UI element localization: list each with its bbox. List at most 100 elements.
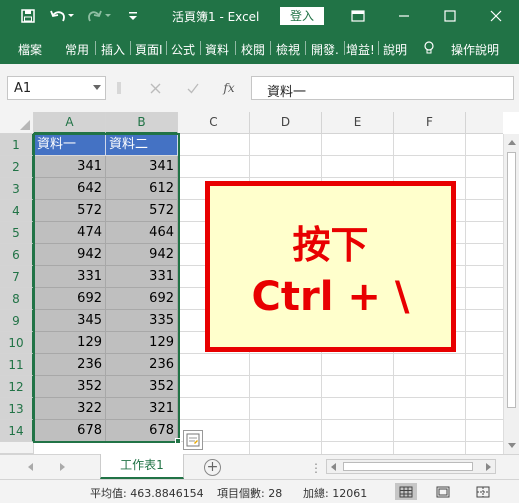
next-sheet-icon[interactable] [60,463,65,471]
chevron-down-icon[interactable] [93,85,101,90]
redo-icon[interactable] [86,6,114,26]
column-header-g-partial[interactable] [466,112,503,134]
quick-analysis-icon[interactable] [183,430,203,450]
tab-file[interactable]: 檔案 [18,41,42,58]
name-box[interactable]: A1 [7,76,106,100]
row-header-14[interactable]: 14 [0,420,34,442]
cell-b8[interactable]: 692 [106,288,178,310]
row-header-8[interactable]: 8 [0,288,34,310]
scroll-right-icon[interactable] [486,463,491,471]
page-break-preview-icon[interactable] [472,483,494,500]
minimize-icon[interactable] [382,0,426,32]
scroll-down-icon[interactable] [508,443,516,448]
row-header-13[interactable]: 13 [0,398,34,420]
tab-add-ins[interactable]: 增益! [346,41,375,58]
column-header-f[interactable]: F [394,112,466,134]
previous-sheet-icon[interactable] [28,463,33,471]
row-header-6[interactable]: 6 [0,244,34,266]
row-header-7[interactable]: 7 [0,266,34,288]
cell-b3[interactable]: 612 [106,178,178,200]
tab-data[interactable]: 資料 [205,41,229,58]
cell-b12[interactable]: 352 [106,376,178,398]
horizontal-scrollbar[interactable] [326,459,496,474]
vertical-scroll-thumb[interactable] [507,152,516,408]
tab-developer[interactable]: 開發. [311,41,339,58]
cell-a13[interactable]: 322 [34,398,106,420]
cell-a7[interactable]: 331 [34,266,106,288]
column-header-e[interactable]: E [322,112,394,134]
shortcut-callout: 按下 Ctrl + \ [205,181,456,352]
vertical-scrollbar[interactable] [503,134,519,454]
tab-home[interactable]: 常用 [65,41,89,58]
cell-b9[interactable]: 335 [106,310,178,332]
row-header-4[interactable]: 4 [0,200,34,222]
formula-input[interactable]: 資料一 [251,76,514,100]
cell-b13[interactable]: 321 [106,398,178,420]
lightbulb-icon[interactable] [422,41,436,55]
cell-b5[interactable]: 464 [106,222,178,244]
enter-check-icon[interactable] [185,80,201,96]
cell-a12[interactable]: 352 [34,376,106,398]
cell-a6[interactable]: 942 [34,244,106,266]
cell-a11[interactable]: 236 [34,354,106,376]
ribbon-display-options-icon[interactable] [336,0,380,32]
row-header-10[interactable]: 10 [0,332,34,354]
column-header-d[interactable]: D [250,112,322,134]
cell-a9[interactable]: 345 [34,310,106,332]
cell-a4[interactable]: 572 [34,200,106,222]
tab-page-layout[interactable]: 頁面I [135,41,163,58]
tell-me-search[interactable]: 操作說明 [451,41,499,58]
cell-a10[interactable]: 129 [34,332,106,354]
customize-quick-access-icon[interactable] [126,6,140,26]
undo-icon[interactable] [48,6,76,26]
row-header-15-partial[interactable] [0,442,34,454]
scroll-left-icon[interactable] [331,463,336,471]
cell-a2[interactable]: 341 [34,156,106,178]
fill-handle[interactable] [175,438,181,444]
tab-formulas[interactable]: 公式 [171,41,195,58]
row-header-9[interactable]: 9 [0,310,34,332]
cancel-icon[interactable] [147,80,163,96]
normal-view-icon[interactable] [395,483,417,500]
cell-b14[interactable]: 678 [106,420,178,442]
tab-view[interactable]: 檢視 [276,41,300,58]
column-header-b[interactable]: B [106,112,178,134]
column-header-a[interactable]: A [34,112,106,134]
close-icon[interactable] [474,0,518,32]
sheet-tab-active[interactable]: 工作表1 [100,454,184,479]
tab-insert[interactable]: 插入 [101,41,125,58]
status-count: 項目個數: 28 [217,487,283,500]
cell-a3[interactable]: 642 [34,178,106,200]
cell-a1[interactable]: 資料一 [34,134,106,156]
cell-b6[interactable]: 942 [106,244,178,266]
cell-a14[interactable]: 678 [34,420,106,442]
select-all-button[interactable] [0,112,34,134]
tab-split-handle-icon[interactable]: ⋮ [310,461,322,475]
scroll-up-icon[interactable] [508,140,516,145]
page-layout-view-icon[interactable] [432,483,454,500]
insert-function-icon[interactable]: fx [220,80,238,96]
row-header-3[interactable]: 3 [0,178,34,200]
cell-b11[interactable]: 236 [106,354,178,376]
cell-a5[interactable]: 474 [34,222,106,244]
row-header-11[interactable]: 11 [0,354,34,376]
cell-a8[interactable]: 692 [34,288,106,310]
save-icon[interactable] [18,6,38,26]
cell-b1[interactable]: 資料二 [106,134,178,156]
cell-b10[interactable]: 129 [106,332,178,354]
tab-help[interactable]: 說明 [383,41,407,58]
column-header-c[interactable]: C [178,112,250,134]
sign-in-button[interactable]: 登入 [280,7,324,25]
cell-b7[interactable]: 331 [106,266,178,288]
row-header-12[interactable]: 12 [0,376,34,398]
formula-buttons: fx [115,76,249,100]
row-header-2[interactable]: 2 [0,156,34,178]
row-header-5[interactable]: 5 [0,222,34,244]
maximize-icon[interactable] [428,0,472,32]
cell-b4[interactable]: 572 [106,200,178,222]
horizontal-scroll-thumb[interactable] [343,462,473,471]
add-sheet-icon[interactable]: + [204,459,221,476]
cell-b2[interactable]: 341 [106,156,178,178]
tab-review[interactable]: 校閱 [241,41,265,58]
row-header-1[interactable]: 1 [0,134,34,156]
